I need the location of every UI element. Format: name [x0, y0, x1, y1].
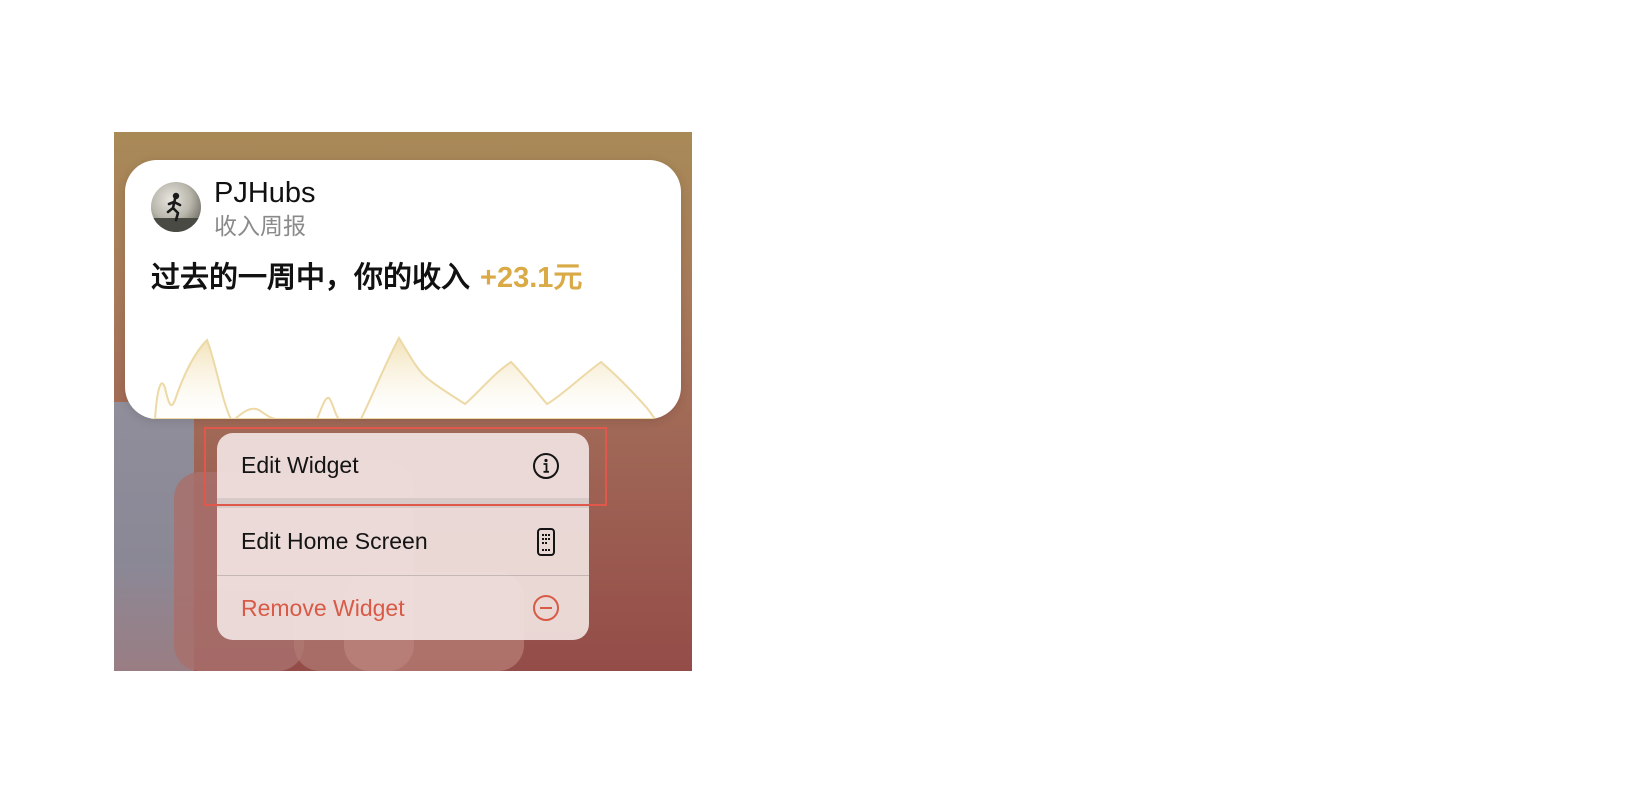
avatar — [151, 182, 201, 232]
trend-area — [153, 336, 657, 419]
highlight-box — [204, 427, 607, 506]
widget-subtitle: 收入周报 — [214, 213, 306, 239]
edit-home-screen-menu-item[interactable]: Edit Home Screen — [217, 508, 589, 575]
page: PJHubs 收入周报 过去的一周中，你的收入 +23.1元 Edit Widge… — [0, 0, 1636, 812]
menu-item-label: Edit Home Screen — [241, 528, 428, 554]
income-widget[interactable]: PJHubs 收入周报 过去的一周中，你的收入 +23.1元 — [125, 160, 681, 419]
income-summary: 过去的一周中，你的收入 +23.1元 — [151, 260, 582, 296]
income-trend-chart — [153, 336, 657, 419]
widget-app-name: PJHubs — [214, 177, 316, 209]
summary-text: 过去的一周中，你的收入 — [151, 262, 471, 294]
income-amount: +23.1元 — [480, 262, 583, 294]
remove-widget-menu-item[interactable]: Remove Widget — [217, 576, 589, 640]
home-screen-background: PJHubs 收入周报 过去的一周中，你的收入 +23.1元 Edit Widge… — [114, 132, 692, 671]
minus-circle-icon — [531, 593, 561, 623]
runner-silhouette-icon — [151, 192, 201, 232]
menu-item-label: Remove Widget — [241, 594, 405, 621]
phone-apps-icon — [531, 527, 561, 557]
